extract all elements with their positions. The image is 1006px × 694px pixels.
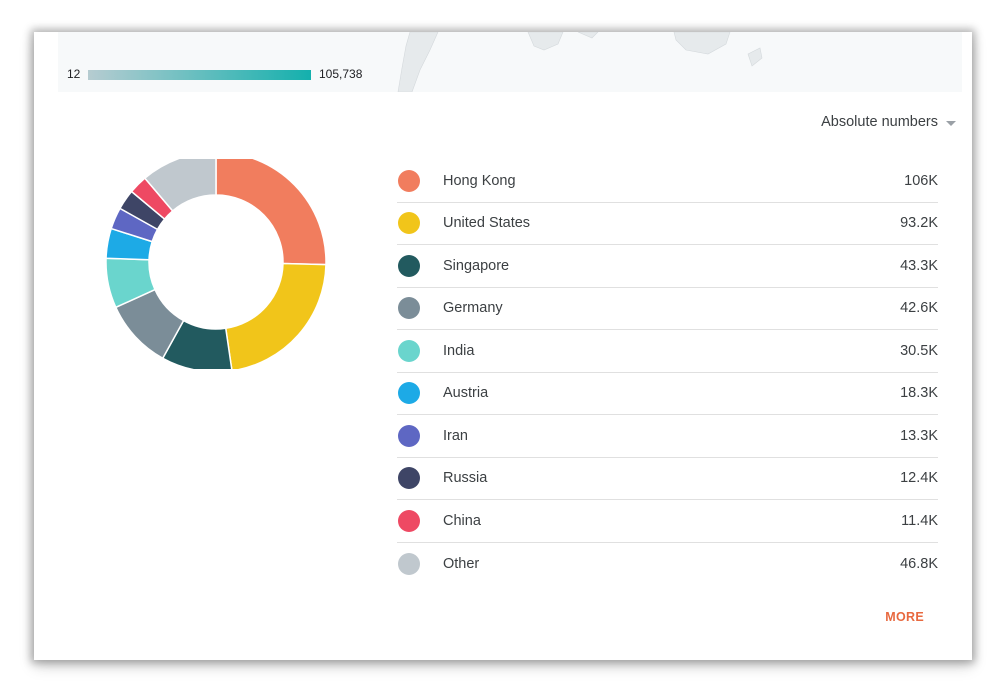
list-item[interactable]: Russia 12.4K [397, 458, 938, 500]
country-breakdown-card: 12 105,738 Absolute numbers Hong Kong 10… [34, 32, 972, 660]
list-item[interactable]: Hong Kong 106K [397, 160, 938, 203]
country-name: Austria [443, 385, 489, 402]
list-item[interactable]: Germany 42.6K [397, 288, 938, 330]
color-swatch [398, 169, 420, 192]
country-value: 93.2K [900, 215, 938, 232]
country-name: Russia [443, 470, 488, 487]
country-value: 18.3K [900, 385, 938, 402]
color-swatch [398, 382, 420, 405]
country-name: Other [443, 555, 480, 572]
metric-dropdown[interactable]: Absolute numbers [821, 114, 956, 130]
country-value: 13.3K [900, 427, 938, 444]
country-value: 12.4K [900, 470, 938, 487]
list-item[interactable]: United States 93.2K [397, 203, 938, 245]
country-name: Iran [443, 427, 468, 444]
list-item[interactable]: India 30.5K [397, 330, 938, 373]
country-name: United States [443, 215, 531, 232]
color-swatch [398, 297, 420, 320]
donut-slice-hong-kong[interactable] [215, 151, 327, 266]
color-swatch [398, 339, 420, 362]
country-name: India [443, 342, 475, 359]
metric-dropdown-label: Absolute numbers [821, 114, 938, 130]
country-value: 46.8K [900, 555, 938, 572]
country-name: Germany [443, 300, 503, 317]
color-scale-bar [88, 70, 311, 80]
color-swatch [398, 509, 420, 532]
list-item[interactable]: Iran 13.3K [397, 415, 938, 458]
color-swatch [398, 424, 420, 447]
country-value: 11.4K [901, 512, 938, 529]
donut-chart-svg [105, 151, 327, 373]
list-item[interactable]: Other 46.8K [397, 543, 938, 586]
country-name: China [443, 512, 481, 529]
country-list: Hong Kong 106K United States 93.2K Singa… [397, 160, 938, 585]
country-value: 43.3K [900, 257, 938, 274]
caret-down-icon [946, 120, 956, 126]
donut-slice-united-states[interactable] [224, 262, 327, 372]
country-value: 106K [904, 172, 938, 189]
country-name: Hong Kong [443, 172, 516, 189]
country-name: Singapore [443, 257, 510, 274]
list-item[interactable]: China 11.4K [397, 500, 938, 543]
map-land-shapes [397, 32, 763, 92]
legend-min-label: 12 [67, 67, 81, 81]
donut-chart [104, 151, 328, 373]
more-button[interactable]: MORE [885, 610, 924, 624]
list-item[interactable]: Austria 18.3K [397, 373, 938, 415]
list-item[interactable]: Singapore 43.3K [397, 245, 938, 288]
color-swatch [398, 254, 420, 277]
country-value: 30.5K [900, 342, 938, 359]
color-swatch [398, 467, 420, 490]
legend-max-label: 105,738 [319, 67, 363, 81]
color-swatch [398, 212, 420, 235]
world-map[interactable]: 12 105,738 [58, 32, 962, 92]
color-swatch [398, 552, 420, 575]
country-value: 42.6K [900, 300, 938, 317]
